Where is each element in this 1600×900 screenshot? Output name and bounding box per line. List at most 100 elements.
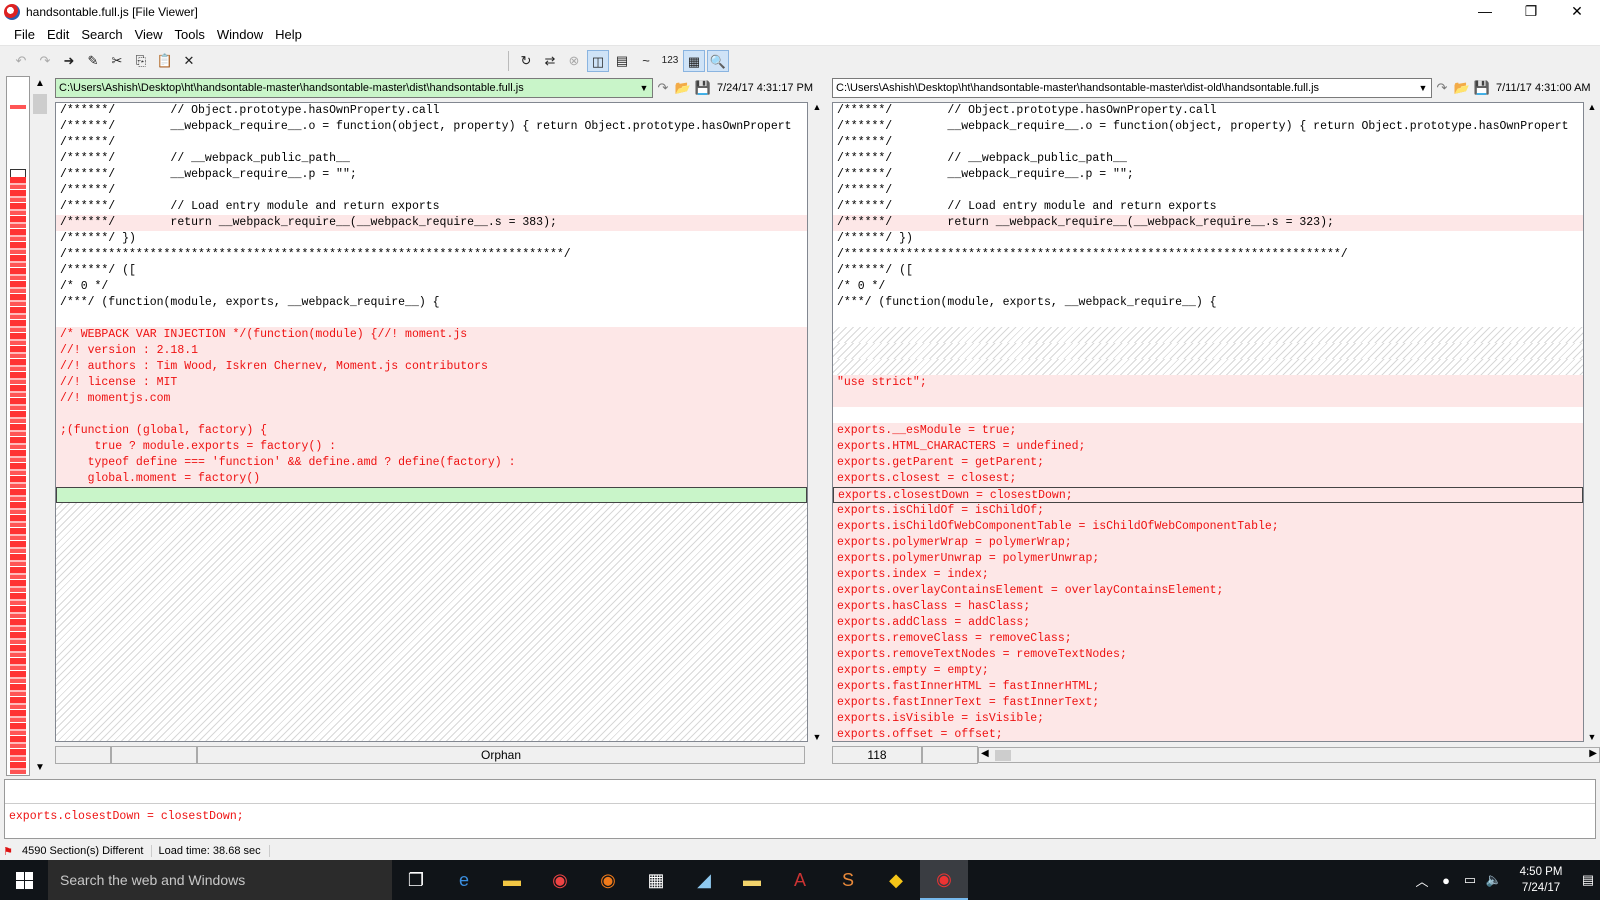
menu-window[interactable]: Window xyxy=(211,24,269,46)
file-explorer-icon[interactable]: ▬ xyxy=(488,860,536,900)
taskbar-search[interactable]: Search the web and Windows xyxy=(48,860,392,900)
code-line[interactable]: global.moment = factory() xyxy=(56,471,807,487)
code-line[interactable] xyxy=(833,343,1583,359)
menu-view[interactable]: View xyxy=(129,24,169,46)
paste-icon[interactable]: 📋 xyxy=(154,50,176,72)
right-path-field[interactable]: C:\Users\Ashish\Desktop\ht\handsontable-… xyxy=(832,78,1432,98)
code-line[interactable]: /******/ __webpack_require__.o = functio… xyxy=(833,119,1583,135)
task-view-icon[interactable]: ❐ xyxy=(392,860,440,900)
code-line[interactable] xyxy=(833,359,1583,375)
right-horizontal-scrollbar[interactable]: ◀ ▶ xyxy=(978,747,1600,763)
reload-icon[interactable]: ↷ xyxy=(653,80,673,96)
beyond-compare-icon[interactable]: ◉ xyxy=(920,860,968,900)
code-line[interactable]: /******/ // __webpack_public_path__ xyxy=(833,151,1583,167)
chevron-up-icon[interactable]: ︿ xyxy=(1410,871,1434,890)
next-difference-icon[interactable]: ➜ xyxy=(58,50,80,72)
code-line[interactable]: "use strict"; xyxy=(833,375,1583,391)
access-icon[interactable]: A xyxy=(776,860,824,900)
code-line[interactable]: exports.isVisible = isVisible; xyxy=(833,711,1583,727)
find-icon[interactable]: 🔍 xyxy=(707,50,729,72)
start-button[interactable] xyxy=(0,860,48,900)
code-line[interactable]: /******/ }) xyxy=(56,231,807,247)
menu-tools[interactable]: Tools xyxy=(169,24,211,46)
code-line[interactable]: /******/ return __webpack_require__(__we… xyxy=(56,215,807,231)
code-line[interactable]: /******/ __webpack_require__.o = functio… xyxy=(56,119,807,135)
chevron-down-icon[interactable]: ▼ xyxy=(636,79,652,97)
store-icon[interactable]: ▦ xyxy=(632,860,680,900)
code-line[interactable]: /***************************************… xyxy=(56,247,807,263)
volume-icon[interactable]: 🔈 xyxy=(1482,872,1506,888)
code-line[interactable]: /******/ xyxy=(833,183,1583,199)
overview-scrollbar[interactable]: ▲ ▼ xyxy=(32,76,48,776)
maximize-button[interactable]: ❐ xyxy=(1508,0,1554,24)
menu-file[interactable]: File xyxy=(8,24,41,46)
left-code-view[interactable]: /******/ // Object.prototype.hasOwnPrope… xyxy=(55,102,808,742)
code-line[interactable] xyxy=(56,311,807,327)
code-line[interactable]: /******/ // Object.prototype.hasOwnPrope… xyxy=(833,103,1583,119)
code-line[interactable]: /***/ (function(module, exports, __webpa… xyxy=(833,295,1583,311)
code-line[interactable]: true ? module.exports = factory() : xyxy=(56,439,807,455)
code-line[interactable]: /******/ xyxy=(833,135,1583,151)
folder-icon[interactable]: ▬ xyxy=(728,860,776,900)
chevron-down-icon[interactable]: ▼ xyxy=(32,760,48,776)
menu-search[interactable]: Search xyxy=(75,24,128,46)
redo-icon[interactable]: ↷ xyxy=(34,50,56,72)
code-line[interactable] xyxy=(56,487,807,503)
code-line[interactable]: /******/ // Object.prototype.hasOwnPrope… xyxy=(56,103,807,119)
code-line[interactable]: exports.offset = offset; xyxy=(833,727,1583,741)
code-line[interactable]: ;(function (global, factory) { xyxy=(56,423,807,439)
code-line[interactable]: exports.addClass = addClass; xyxy=(833,615,1583,631)
tray-app-icon[interactable]: ● xyxy=(1434,873,1458,888)
chevron-up-icon[interactable]: ▲ xyxy=(1584,102,1600,112)
code-line[interactable] xyxy=(833,327,1583,343)
code-line[interactable]: exports.closestDown = closestDown; xyxy=(833,487,1583,503)
save-icon[interactable]: 💾 xyxy=(693,80,713,96)
code-line[interactable]: exports.fastInnerText = fastInnerText; xyxy=(833,695,1583,711)
scroll-thumb[interactable] xyxy=(33,94,47,114)
right-code-view[interactable]: /******/ // Object.prototype.hasOwnPrope… xyxy=(832,102,1584,742)
code-line[interactable]: exports.removeClass = removeClass; xyxy=(833,631,1583,647)
close-button[interactable]: ✕ xyxy=(1554,0,1600,24)
chevron-left-icon[interactable]: ◀ xyxy=(981,748,989,759)
code-line[interactable]: //! license : MIT xyxy=(56,375,807,391)
code-line[interactable]: /* 0 */ xyxy=(833,279,1583,295)
code-line[interactable]: /***/ (function(module, exports, __webpa… xyxy=(56,295,807,311)
stop-icon[interactable]: ⊗ xyxy=(563,50,585,72)
code-line[interactable]: /******/ }) xyxy=(833,231,1583,247)
code-line[interactable] xyxy=(833,391,1583,407)
code-line[interactable] xyxy=(56,407,807,423)
left-vertical-scrollbar[interactable]: ▲ ▼ xyxy=(809,102,825,742)
code-line[interactable]: /* WEBPACK VAR INJECTION */(function(mod… xyxy=(56,327,807,343)
code-line[interactable]: //! version : 2.18.1 xyxy=(56,343,807,359)
line-numbers-icon[interactable]: 123 xyxy=(659,50,681,72)
chevron-up-icon[interactable]: ▲ xyxy=(809,102,825,112)
code-line[interactable]: exports.removeTextNodes = removeTextNode… xyxy=(833,647,1583,663)
clock[interactable]: 4:50 PM 7/24/17 xyxy=(1506,864,1576,896)
firefox-icon[interactable]: ◉ xyxy=(584,860,632,900)
code-line[interactable]: exports.empty = empty; xyxy=(833,663,1583,679)
code-line[interactable]: exports.polymerWrap = polymerWrap; xyxy=(833,535,1583,551)
code-line[interactable]: exports.polymerUnwrap = polymerUnwrap; xyxy=(833,551,1583,567)
code-line[interactable]: /******/ __webpack_require__.p = ""; xyxy=(833,167,1583,183)
sync-icon[interactable]: ↻ xyxy=(515,50,537,72)
code-line[interactable] xyxy=(833,311,1583,327)
code-line[interactable]: /* 0 */ xyxy=(56,279,807,295)
code-line[interactable]: /******/ // Load entry module and return… xyxy=(833,199,1583,215)
delete-icon[interactable]: ✕ xyxy=(178,50,200,72)
over-under-icon[interactable]: ▤ xyxy=(611,50,633,72)
code-line[interactable]: exports.HTML_CHARACTERS = undefined; xyxy=(833,439,1583,455)
code-line[interactable]: /******/ return __webpack_require__(__we… xyxy=(833,215,1583,231)
code-line[interactable]: /***************************************… xyxy=(833,247,1583,263)
code-line[interactable]: exports.__esModule = true; xyxy=(833,423,1583,439)
open-folder-icon[interactable]: 📂 xyxy=(673,80,693,96)
chevron-down-icon[interactable]: ▼ xyxy=(1415,79,1431,97)
notifications-icon[interactable]: ▤ xyxy=(1576,872,1600,888)
side-by-side-icon[interactable]: ◫ xyxy=(587,50,609,72)
copy-icon[interactable]: ⎘ xyxy=(130,50,152,72)
cut-icon[interactable]: ✂ xyxy=(106,50,128,72)
chrome-icon[interactable]: ◉ xyxy=(536,860,584,900)
code-line[interactable]: /******/ ([ xyxy=(56,263,807,279)
code-line[interactable]: /******/ xyxy=(56,135,807,151)
code-line[interactable]: /******/ // __webpack_public_path__ xyxy=(56,151,807,167)
right-vertical-scrollbar[interactable]: ▲ ▼ xyxy=(1584,102,1600,742)
